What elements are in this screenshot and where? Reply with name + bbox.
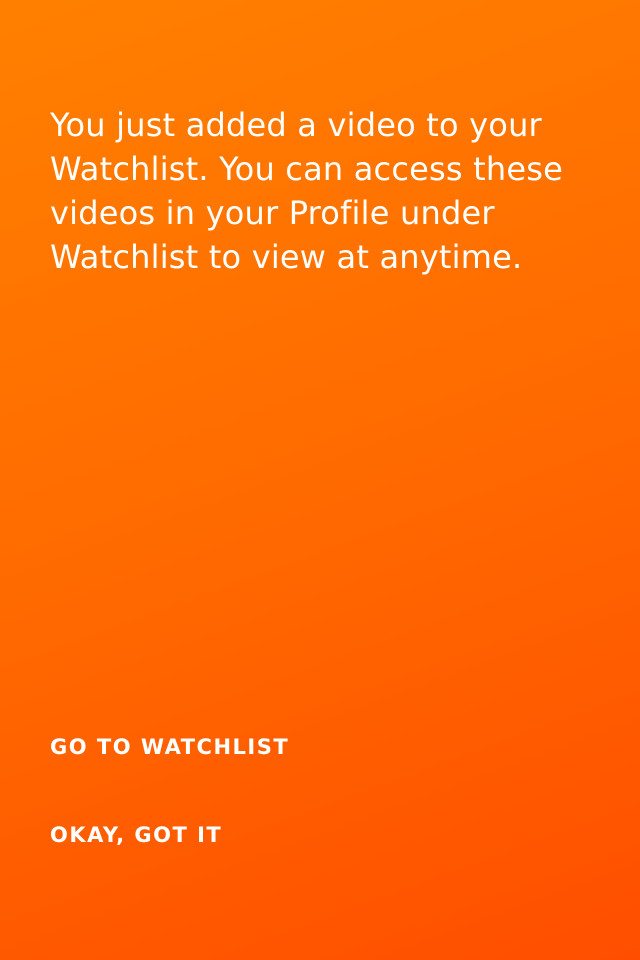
watchlist-added-message: You just added a video to your Watchlist… — [50, 106, 564, 276]
okay-got-it-button[interactable]: OKAY, GOT IT — [50, 822, 222, 848]
go-to-watchlist-button[interactable]: GO TO WATCHLIST — [50, 734, 289, 760]
watchlist-added-screen: You just added a video to your Watchlist… — [0, 0, 640, 960]
